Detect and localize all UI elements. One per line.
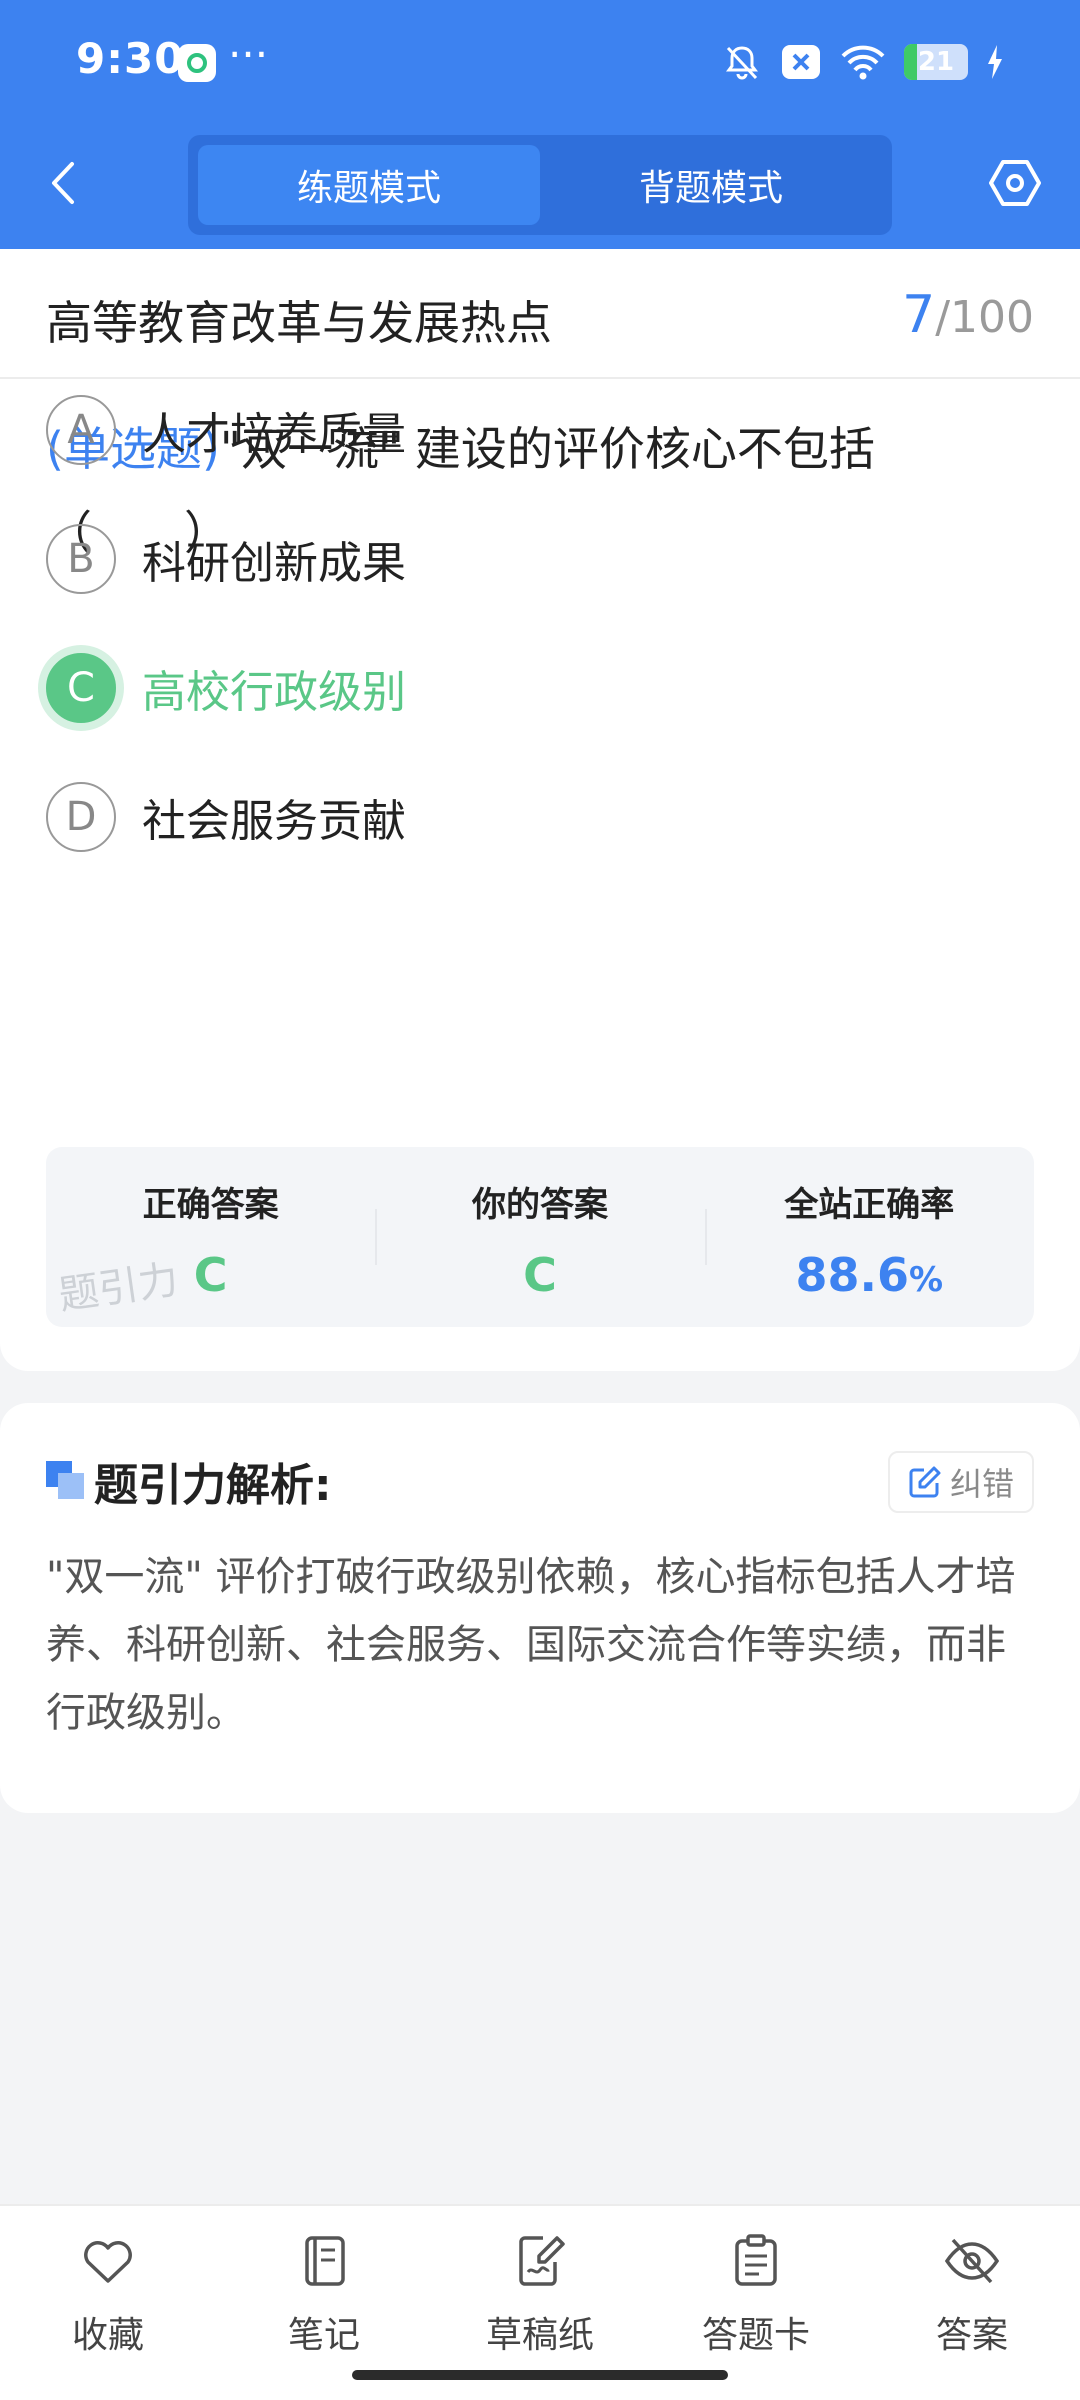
sim-x-icon <box>782 45 820 79</box>
option-letter: A <box>46 395 116 465</box>
more-notifications-icon: ··· <box>228 30 269 79</box>
tab-label: 答案 <box>935 2315 1008 2356</box>
answer-stats: 正确答案 C 你的答案 C 全站正确率 88.6% 题引力 <box>46 1147 1034 1327</box>
option-a[interactable]: A 人才培养质量 <box>46 385 1006 475</box>
accuracy-unit: % <box>909 1260 944 1300</box>
eye-off-icon <box>944 2238 1000 2284</box>
home-indicator[interactable] <box>352 2370 728 2380</box>
stat-site-accuracy: 全站正确率 88.6% <box>704 1147 1034 1327</box>
wifi-icon <box>841 45 885 80</box>
answer-sheet-icon <box>735 2234 777 2286</box>
analysis-card: 题引力解析: 纠错 "双一流" 评价打破行政级别依赖，核心指标包括人才培养、科研… <box>0 1403 1080 1813</box>
option-d[interactable]: D 社会服务贡献 <box>46 772 1006 862</box>
option-text: 科研创新成果 <box>142 538 406 589</box>
option-c[interactable]: C 高校行政级别 <box>46 643 1006 733</box>
progress-total: /100 <box>935 292 1034 343</box>
draft-paper-icon <box>519 2236 565 2286</box>
option-text: 人才培养质量 <box>142 409 406 460</box>
settings-hexagon-icon[interactable] <box>988 156 1042 210</box>
notebook-icon <box>305 2236 345 2286</box>
report-error-button[interactable]: 纠错 <box>887 1451 1034 1513</box>
stat-label: 正确答案 <box>142 1185 279 1225</box>
option-text: 高校行政级别 <box>142 667 406 718</box>
stat-your-answer: 你的答案 C <box>375 1147 704 1327</box>
question-header: 高等教育改革与发展热点 7/100 <box>0 249 1080 379</box>
question-category: 高等教育改革与发展热点 <box>46 296 552 350</box>
status-icons: 21 <box>722 40 1004 84</box>
status-time: 9:30 <box>76 34 185 83</box>
option-letter: C <box>46 653 116 723</box>
report-label: 纠错 <box>949 1465 1014 1503</box>
accuracy-number: 88.6 <box>795 1248 910 1302</box>
tab-label: 笔记 <box>287 2315 360 2356</box>
stat-label: 你的答案 <box>471 1185 608 1225</box>
analysis-text: "双一流" 评价打破行政级别依赖，核心指标包括人才培养、科研创新、社会服务、国际… <box>46 1554 1016 1736</box>
back-chevron-icon[interactable] <box>44 158 84 208</box>
option-letter: D <box>46 782 116 852</box>
tab-show-answer[interactable]: 答案 <box>864 2206 1080 2400</box>
progress-current: 7 <box>902 285 936 345</box>
tab-label: 草稿纸 <box>485 2315 594 2356</box>
stat-value: C <box>193 1248 228 1302</box>
question-progress: 7/100 <box>902 285 1034 345</box>
analysis-title: 题引力解析: <box>94 1460 332 1511</box>
mode-segmented-control: 练题模式 背题模式 <box>188 135 892 235</box>
tab-practice-mode[interactable]: 练题模式 <box>198 145 540 225</box>
option-text: 社会服务贡献 <box>142 796 406 847</box>
battery-level: 21 <box>917 47 955 77</box>
option-b[interactable]: B 科研创新成果 <box>46 514 1006 604</box>
top-app-bar: 9:30 ··· 21 练题模式 背题模式 <box>0 0 1080 249</box>
edit-icon <box>909 1466 941 1498</box>
tab-favorite[interactable]: 收藏 <box>0 2206 216 2400</box>
stat-value: 88.6% <box>796 1248 944 1302</box>
option-letter: B <box>46 524 116 594</box>
charging-bolt-icon <box>988 45 1002 79</box>
battery-icon: 21 <box>904 44 968 80</box>
mute-bell-icon <box>726 46 758 80</box>
question-card: 高等教育改革与发展热点 7/100 (单选题)"双一流" 建设的评价核心不包括 … <box>0 249 1080 1371</box>
heart-icon <box>84 2241 132 2283</box>
tab-memorize-mode[interactable]: 背题模式 <box>540 145 882 225</box>
stat-label: 全站正确率 <box>784 1185 955 1225</box>
tab-label: 答题卡 <box>701 2315 810 2356</box>
stat-value: C <box>523 1248 557 1302</box>
status-bar: 9:30 ··· 21 <box>0 0 1080 125</box>
tab-label: 收藏 <box>71 2315 144 2356</box>
analysis-squares-icon <box>46 1461 86 1501</box>
app-notification-icon <box>178 44 216 82</box>
